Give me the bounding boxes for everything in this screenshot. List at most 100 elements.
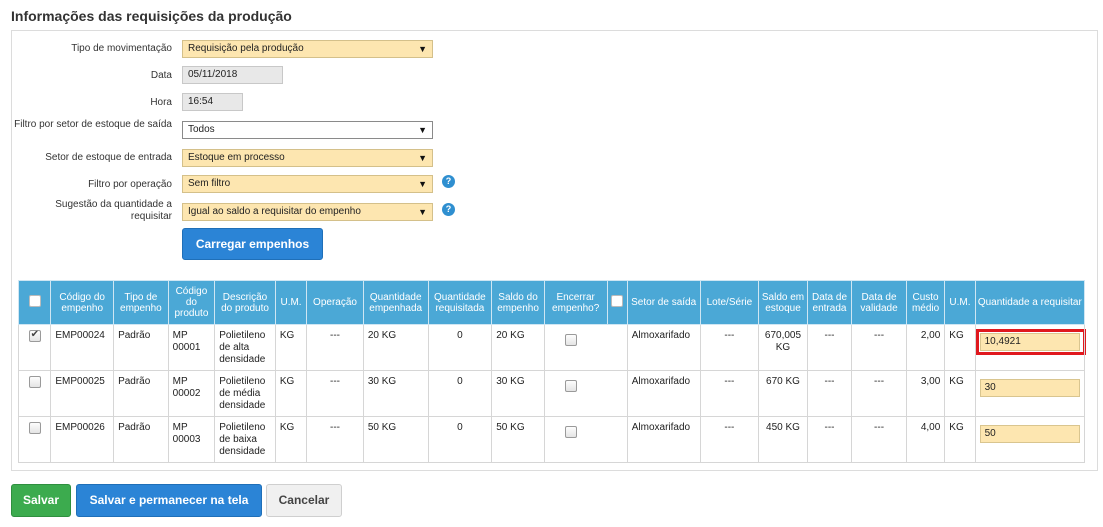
cell-codigo-produto: MP 00003 (167, 416, 216, 463)
hora-field[interactable]: 16:54 (182, 93, 243, 111)
save-button[interactable]: Salvar (11, 484, 71, 517)
cell-data-validade: --- (851, 324, 907, 371)
load-commitments-button[interactable]: Carregar empenhos (182, 228, 323, 260)
encerrar-all-header[interactable] (606, 280, 628, 325)
table-row: EMP00025 Padrão MP 00002 Polietileno de … (17, 370, 1086, 417)
cell-qtd-requisitar: 30 (974, 370, 1086, 417)
chevron-down-icon: ▼ (418, 44, 427, 54)
help-icon[interactable]: ? (442, 203, 455, 216)
cell-saldo-estoque: 670 KG (758, 370, 808, 417)
sugestao-select[interactable]: Igual ao saldo a requisitar do empenho ▼ (182, 203, 433, 221)
cell-codigo-empenho: EMP00025 (50, 370, 115, 417)
cell-qtd-requisitada: 0 (427, 324, 493, 371)
cell-data-validade: --- (851, 370, 907, 417)
qty-input[interactable]: 10,4921 (979, 333, 1080, 351)
chevron-down-icon: ▼ (418, 207, 427, 217)
sugestao-value: Igual ao saldo a requisitar do empenho (188, 206, 361, 217)
highlight-box: 10,4921 (975, 329, 1086, 355)
cell-operacao: --- (306, 324, 364, 371)
chevron-down-icon: ▼ (418, 125, 427, 135)
cell-setor-saida: Almoxarifado (626, 416, 701, 463)
cell-saldo-estoque: 450 KG (758, 416, 808, 463)
encerrar-checkbox[interactable] (564, 426, 577, 438)
header-encerrar-empenho: Encerrar empenho? (543, 280, 608, 325)
commitments-table: Código do empenho Tipo de empenho Código… (17, 280, 1086, 463)
cell-qtd-requisitar: 50 (974, 416, 1086, 463)
cell-um-2: KG (944, 324, 976, 371)
row-checkbox[interactable] (28, 329, 41, 342)
cell-tipo-empenho: Padrão (113, 324, 169, 371)
cell-setor-saida: Almoxarifado (626, 370, 701, 417)
filtro-setor-saida-select[interactable]: Todos ▼ (182, 121, 433, 139)
header-data-entrada: Data de entrada (806, 280, 853, 325)
cell-qtd-requisitada: 0 (427, 416, 493, 463)
header-operacao: Operação (306, 280, 364, 325)
encerrar-checkbox[interactable] (564, 334, 577, 346)
header-custo-medio: Custo médio (905, 280, 946, 325)
header-qtd-empenhada: Quantidade empenhada (362, 280, 429, 325)
filtro-setor-saida-value: Todos (188, 124, 215, 135)
header-lote-serie: Lote/Série (699, 280, 760, 325)
cell-saldo-empenho: 50 KG (491, 416, 545, 463)
cell-um: KG (274, 416, 308, 463)
qty-input[interactable]: 30 (979, 379, 1080, 397)
row-select-cell[interactable] (17, 370, 52, 417)
filtro-operacao-label: Filtro por operação (88, 179, 172, 190)
cell-codigo-produto: MP 00001 (167, 324, 216, 371)
cell-custo-medio: 3,00 (905, 370, 946, 417)
help-icon[interactable]: ? (442, 175, 455, 188)
header-qtd-requisitada: Quantidade requisitada (427, 280, 493, 325)
select-all-header[interactable] (17, 280, 52, 325)
cell-um-2: KG (944, 370, 976, 417)
page-title: Informações das requisições da produção (11, 8, 292, 24)
cell-saldo-empenho: 20 KG (491, 324, 545, 371)
chevron-down-icon: ▼ (418, 179, 427, 189)
cell-data-validade: --- (851, 416, 907, 463)
cell-custo-medio: 4,00 (905, 416, 946, 463)
cell-saldo-estoque: 670,005 KG (758, 324, 808, 371)
cell-descricao-produto: Polietileno de média densidade (214, 370, 276, 417)
encerrar-checkbox[interactable] (564, 380, 577, 392)
requisition-panel: Tipo de movimentação Requisição pela pro… (11, 30, 1098, 471)
row-select-cell[interactable] (17, 416, 52, 463)
select-all-checkbox[interactable] (28, 295, 41, 307)
sugestao-label: Sugestão da quantidade a requisitar (55, 199, 172, 222)
cell-um: KG (274, 324, 308, 371)
filtro-operacao-select[interactable]: Sem filtro ▼ (182, 175, 433, 193)
data-label: Data (150, 70, 172, 81)
cell-data-entrada: --- (806, 324, 853, 371)
cancel-button[interactable]: Cancelar (266, 484, 342, 517)
row-select-cell[interactable] (17, 324, 52, 371)
data-field[interactable]: 05/11/2018 (182, 66, 283, 84)
qty-input[interactable]: 50 (979, 425, 1080, 443)
cell-qtd-empenhada: 50 KG (362, 416, 429, 463)
cell-qtd-requisitar: 10,4921 (974, 324, 1086, 371)
encerrar-all-checkbox[interactable] (611, 295, 624, 307)
cell-lote-serie: --- (699, 416, 760, 463)
tipo-movimentacao-select[interactable]: Requisição pela produção ▼ (182, 40, 433, 58)
row-checkbox[interactable] (28, 376, 41, 388)
cell-qtd-requisitada: 0 (427, 370, 493, 417)
row-checkbox[interactable] (28, 422, 41, 434)
cell-um: KG (274, 370, 308, 417)
cell-operacao: --- (306, 416, 364, 463)
table-header-row: Código do empenho Tipo de empenho Código… (17, 280, 1086, 325)
header-codigo-produto: Código do produto (167, 280, 216, 325)
cell-lote-serie: --- (699, 370, 760, 417)
cell-tipo-empenho: Padrão (113, 416, 169, 463)
cell-descricao-produto: Polietileno de baixa densidade (214, 416, 276, 463)
header-tipo-empenho: Tipo de empenho (113, 280, 169, 325)
tipo-movimentacao-label: Tipo de movimentação (71, 43, 172, 54)
cell-codigo-empenho: EMP00024 (50, 324, 115, 371)
header-codigo-empenho: Código do empenho (50, 280, 115, 325)
cell-encerrar[interactable] (543, 416, 628, 463)
setor-entrada-select[interactable]: Estoque em processo ▼ (182, 149, 433, 167)
save-and-stay-button[interactable]: Salvar e permanecer na tela (76, 484, 262, 517)
cell-saldo-empenho: 30 KG (491, 370, 545, 417)
header-setor-saida: Setor de saída (626, 280, 701, 325)
cell-encerrar[interactable] (543, 324, 628, 371)
cell-data-entrada: --- (806, 370, 853, 417)
cell-tipo-empenho: Padrão (113, 370, 169, 417)
cell-encerrar[interactable] (543, 370, 628, 417)
setor-entrada-value: Estoque em processo (188, 152, 285, 163)
